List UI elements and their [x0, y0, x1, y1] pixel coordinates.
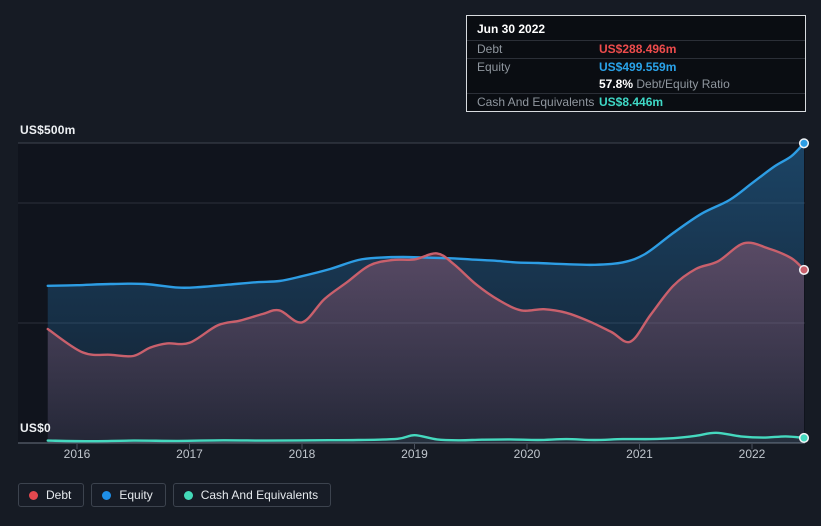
tooltip-ratio-row: 57.8% Debt/Equity Ratio	[467, 76, 805, 93]
debt-equity-history-chart[interactable]: US$500m US$0 2016 2017 2018 2019 2020 2021 202…	[0, 0, 821, 526]
chart-tooltip: Jun 30 2022 Debt US$288.496m Equity US$4…	[466, 15, 806, 112]
legend-equity-label: Equity	[119, 488, 153, 502]
tooltip-equity-label: Equity	[477, 60, 511, 74]
chart-legend: Debt Equity Cash And Equivalents	[18, 483, 332, 507]
tooltip-equity-row: Equity US$499.559m	[467, 58, 805, 76]
y-axis-zero-label: US$0	[20, 421, 51, 435]
tooltip-ratio-label: Debt/Equity Ratio	[636, 77, 730, 91]
x-axis-label: 2021	[626, 447, 653, 461]
legend-debt-label: Debt	[46, 488, 72, 502]
legend-cash-label: Cash And Equivalents	[200, 488, 319, 502]
tooltip-debt-label: Debt	[477, 42, 503, 56]
tooltip-debt-row: Debt US$288.496m	[467, 40, 805, 58]
y-axis-max-label: US$500m	[20, 123, 76, 137]
x-axis-label: 2019	[401, 447, 428, 461]
legend-item-cash[interactable]: Cash And Equivalents	[172, 483, 332, 507]
x-axis-label: 2022	[738, 447, 766, 461]
x-axis-label: 2020	[513, 447, 541, 461]
tooltip-cash-value: US$8.446m	[599, 95, 664, 109]
cash-dot-icon	[183, 490, 193, 500]
tooltip-cash-label: Cash And Equivalents	[477, 95, 595, 109]
debt-dot-icon	[29, 490, 38, 500]
tooltip-debt-value: US$288.496m	[599, 42, 677, 56]
legend-item-equity[interactable]: Equity	[91, 483, 166, 507]
tooltip-date: Jun 30 2022	[477, 22, 546, 36]
x-axis-label: 2016	[63, 447, 91, 461]
tooltip-ratio-value: 57.8%	[599, 77, 634, 91]
legend-item-debt[interactable]: Debt	[18, 483, 85, 507]
tooltip-equity-value: US$499.559m	[599, 60, 677, 74]
x-axis-label: 2018	[288, 447, 316, 461]
tooltip-cash-row: Cash And Equivalents US$8.446m	[467, 93, 805, 111]
equity-dot-icon	[102, 490, 112, 500]
x-axis-label: 2017	[176, 447, 203, 461]
